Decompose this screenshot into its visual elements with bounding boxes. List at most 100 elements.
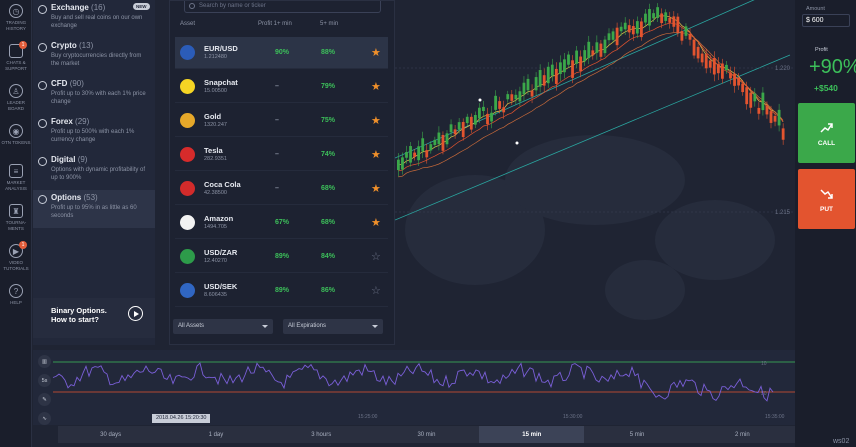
asset-search-input[interactable]: Search by name or ticker (184, 1, 381, 13)
candle-time-button[interactable]: 5s (38, 374, 51, 387)
candle-body (745, 87, 749, 105)
asset-row[interactable]: USD/ZAR 12.40270 89% 84% ☆ (175, 241, 388, 273)
asset-logo-icon (180, 215, 195, 230)
category-options[interactable]: Options (53) Profit up to 95% in as litt… (33, 190, 155, 228)
candle-body (729, 72, 732, 79)
price-chart[interactable]: 1.220 1.215 (395, 0, 795, 350)
sidebar-item-market-analysis[interactable]: ≡ MARKET ANALYSIS (0, 160, 32, 200)
profit-amount: +$540 (814, 83, 838, 93)
favorite-star-icon[interactable]: ★ (371, 114, 381, 127)
asset-name: Gold (204, 112, 222, 121)
profit-5min: 74% (321, 151, 336, 158)
indicators-icon[interactable]: ∿ (38, 412, 51, 425)
clock-icon: ◷ (9, 4, 23, 18)
asset-row[interactable]: Gold 1320.247 – 75% ★ (175, 105, 388, 137)
sidebar-label: HELP (10, 300, 22, 305)
left-sidebar: ◷ TRADING HISTORY 1 CHATS & SUPPORT ♙ LE… (0, 0, 32, 447)
timeframe-option[interactable]: 30 days (58, 426, 163, 443)
all-expirations-dropdown[interactable]: All Expirations (283, 319, 383, 334)
candle-body (429, 144, 433, 151)
candle-body (773, 115, 777, 122)
timeframe-option[interactable]: 30 min (374, 426, 479, 443)
promo-title: Binary Options. How to start? (51, 306, 107, 324)
asset-row[interactable]: USD/SEK 8.606435 89% 86% ☆ (175, 275, 388, 307)
category-title: Options (51, 193, 82, 202)
candle-body (563, 59, 566, 73)
trend-down-icon (820, 189, 833, 199)
candle-body (761, 92, 765, 111)
category-count: (29) (75, 117, 90, 126)
category-digital[interactable]: Digital (9) Options with dynamic profita… (33, 152, 155, 190)
candle-body (587, 41, 591, 59)
all-assets-dropdown[interactable]: All Assets (173, 319, 273, 334)
candle-body (640, 21, 643, 38)
category-count: (53) (83, 193, 98, 202)
candle-body (583, 50, 587, 62)
trend-up-icon (820, 123, 833, 133)
asset-price: 1494.705 (204, 224, 227, 230)
sidebar-item-leaderboard[interactable]: ♙ LEADER BOARD (0, 80, 32, 120)
candle-body (680, 31, 684, 41)
category-exchange[interactable]: Exchange (16) NEW Buy and sell real coin… (33, 0, 155, 38)
chart-type-icon[interactable]: ▥ (38, 355, 51, 368)
tutorial-promo[interactable]: Binary Options. How to start? (33, 298, 155, 338)
candle-body (753, 93, 757, 102)
favorite-star-icon[interactable]: ★ (371, 216, 381, 229)
candle-body (615, 27, 619, 46)
category-crypto[interactable]: Crypto (13) Buy cryptocurrencies directl… (33, 38, 155, 76)
category-description: Profit up to 95% in as little as 60 seco… (51, 205, 137, 219)
profit-1min: – (275, 83, 279, 90)
sidebar-item-help[interactable]: ? HELP (0, 280, 32, 320)
trade-marker (515, 141, 519, 145)
asset-row[interactable]: Tesla 282.9351 – 74% ★ (175, 139, 388, 171)
candle-body (417, 146, 421, 161)
sidebar-item-otn-tokens[interactable]: ◉ OTN TOKENS (0, 120, 32, 160)
amount-input[interactable]: $ 600 (802, 14, 850, 27)
candle-body (486, 113, 489, 125)
candle-body (506, 94, 510, 100)
sidebar-item-chats-support[interactable]: 1 CHATS & SUPPORT (0, 40, 32, 80)
sidebar-item-video-tutorials[interactable]: ▶ 1 VIDEO TUTORIALS (0, 240, 32, 280)
profit-5min: 84% (321, 253, 336, 260)
candle-body (502, 107, 506, 113)
candle-body (478, 107, 481, 119)
asset-row[interactable]: Snapchat 15.00500 – 79% ★ (175, 71, 388, 103)
favorite-star-icon[interactable]: ★ (371, 46, 381, 59)
sidebar-item-tournaments[interactable]: ♜ TOURNA-MENTS (0, 200, 32, 240)
candle-body (554, 68, 558, 84)
favorite-star-icon[interactable]: ★ (371, 80, 381, 93)
candle-body (668, 17, 672, 23)
drawing-tools-icon[interactable]: ✎ (38, 393, 51, 406)
favorite-star-icon[interactable]: ★ (371, 182, 381, 195)
put-button[interactable]: PUT (798, 169, 855, 229)
time-tick: 15:30:00 (563, 414, 583, 420)
candle-body (453, 129, 457, 135)
category-forex[interactable]: Forex (29) Profit up to 500% with each 1… (33, 114, 155, 152)
candle-body (510, 94, 514, 101)
asset-row[interactable]: EUR/USD 1.212480 90% 88% ★ (175, 37, 388, 69)
favorite-star-icon[interactable]: ★ (371, 148, 381, 161)
sidebar-label: TOURNA-MENTS (5, 220, 27, 231)
timeframe-option[interactable]: 15 min (479, 426, 585, 443)
timeframe-option[interactable]: 2 min (690, 426, 795, 443)
sidebar-item-trading-history[interactable]: ◷ TRADING HISTORY (0, 0, 32, 40)
favorite-star-icon[interactable]: ☆ (371, 284, 381, 297)
candle-body (579, 56, 583, 72)
category-cfd[interactable]: CFD (90) Profit up to 30% with each 1% p… (33, 76, 155, 114)
asset-row[interactable]: Amazon 1494.705 67% 68% ★ (175, 207, 388, 239)
timeframe-option[interactable]: 5 min (584, 426, 689, 443)
call-button[interactable]: CALL (798, 103, 855, 163)
asset-row[interactable]: Coca Cola 42.38500 – 68% ★ (175, 173, 388, 205)
profit-5min: 75% (321, 117, 336, 124)
help-icon: ? (9, 284, 23, 298)
candle-body (469, 116, 473, 130)
candle-body (664, 12, 668, 21)
current-date-tag: 2018.04.26 15:20:30 (152, 414, 211, 423)
candle-body (769, 111, 773, 123)
candle-body (518, 91, 522, 102)
timeframe-option[interactable]: 1 day (163, 426, 268, 443)
play-icon[interactable] (128, 306, 143, 321)
favorite-star-icon[interactable]: ☆ (371, 250, 381, 263)
candle-body (542, 75, 546, 86)
timeframe-option[interactable]: 3 hours (269, 426, 374, 443)
